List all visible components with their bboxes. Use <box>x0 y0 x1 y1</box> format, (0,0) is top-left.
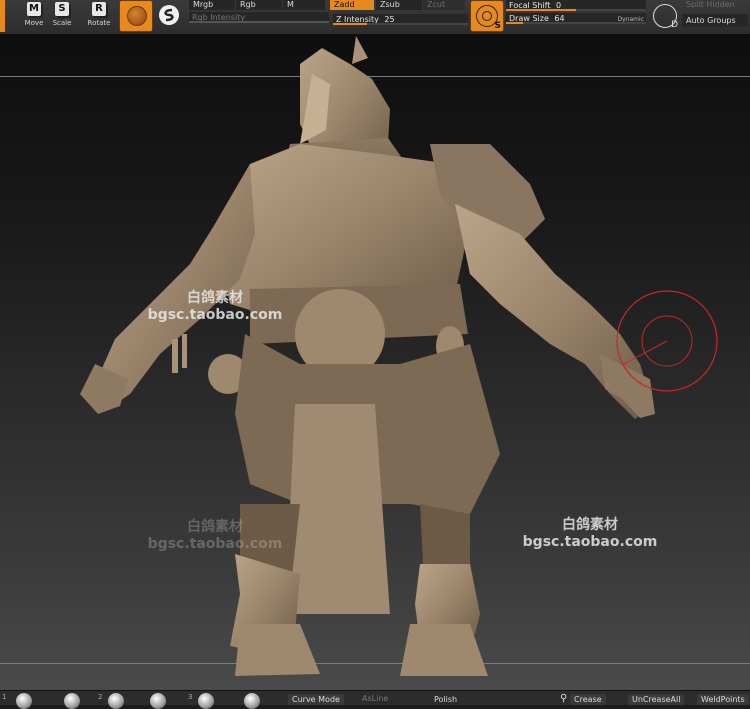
rotate-button[interactable]: R Rotate <box>82 1 116 31</box>
uncrease-all-button[interactable]: UnCreaseAll <box>628 694 685 705</box>
curve-mode-button[interactable]: Curve Mode <box>288 694 344 705</box>
scale-button[interactable]: S Scale <box>45 1 79 31</box>
m-button[interactable]: M <box>283 0 325 10</box>
dynamic-mode-button[interactable]: D <box>649 0 683 32</box>
rotate-icon: R <box>92 2 106 16</box>
left-foot <box>235 624 320 676</box>
material-sphere-icon <box>127 6 147 26</box>
brush-sphere-icon-4[interactable] <box>150 693 166 709</box>
draw-size-fill <box>506 22 523 24</box>
top-shelf: M Move S Scale R Rotate Mrgb Rgb M Rgb I… <box>0 0 750 35</box>
viewport-canvas[interactable]: 白鸽素材 bgsc.taobao.com 白鸽素材 bgsc.taobao.co… <box>0 34 750 690</box>
scale-label: Scale <box>52 19 72 27</box>
watermark-3-line2: bgsc.taobao.com <box>522 534 658 550</box>
brush-sphere-icon-2[interactable] <box>64 693 80 709</box>
mrgb-button[interactable]: Mrgb <box>189 0 235 10</box>
scale-icon: S <box>55 2 69 16</box>
brush-slot-num-3: 3 <box>188 693 193 701</box>
brush-sphere-icon-6[interactable] <box>244 693 260 709</box>
zcut-button[interactable]: Zcut <box>423 0 465 10</box>
polish-button[interactable]: Polish <box>430 694 461 705</box>
split-hidden-button[interactable]: Split Hidden <box>682 0 748 10</box>
watermark-2-line2: bgsc.taobao.com <box>147 536 283 552</box>
material-button[interactable] <box>119 0 153 32</box>
weld-points-button[interactable]: WeldPoints <box>697 694 749 705</box>
crease-icon: ⚲ <box>560 693 568 704</box>
rgb-intensity-slider[interactable]: Rgb Intensity <box>189 12 329 23</box>
auto-groups-button[interactable]: Auto Groups <box>682 14 748 27</box>
focal-shift-fill <box>506 9 576 11</box>
z-intensity-slider[interactable]: Z Intensity 25 <box>333 14 468 25</box>
center-cloth <box>285 404 390 614</box>
watermark-2-line1: 白鸽素材 <box>187 519 243 535</box>
brush-sphere-icon[interactable] <box>16 693 32 709</box>
watermark-1-line1: 白鸽素材 <box>187 290 243 306</box>
watermark-2: 白鸽素材 bgsc.taobao.com <box>130 519 300 553</box>
brush-slot-num-2: 2 <box>98 693 103 701</box>
crease-button[interactable]: Crease <box>570 694 606 705</box>
rgb-button[interactable]: Rgb <box>236 0 282 10</box>
stroke-button[interactable] <box>154 0 188 32</box>
brush-sphere-icon-3[interactable] <box>108 693 124 709</box>
d-key-label: D <box>671 20 678 30</box>
brush-sphere-icon-5[interactable] <box>198 693 214 709</box>
focal-shift-slider[interactable]: Focal Shift 0 <box>506 0 646 11</box>
as-line-button[interactable]: AsLine <box>362 694 388 704</box>
watermark-3-line1: 白鸽素材 <box>562 517 618 533</box>
edit-mode-edge[interactable] <box>0 0 5 32</box>
watermark-1-line2: bgsc.taobao.com <box>147 307 283 323</box>
rotate-label: Rotate <box>87 19 111 27</box>
sculpt-model[interactable] <box>0 34 750 690</box>
s-key-label: S <box>494 21 501 31</box>
brush-settings-button[interactable]: S <box>470 0 504 32</box>
bottom-shelf: 1 2 3 Curve Mode AsLine Polish ⚲ Crease … <box>0 690 750 709</box>
stroke-icon <box>159 5 179 25</box>
zsub-button[interactable]: Zsub <box>376 0 422 10</box>
watermark-1: 白鸽素材 bgsc.taobao.com <box>130 290 300 324</box>
z-intensity-fill <box>333 23 367 25</box>
zadd-button[interactable]: Zadd <box>330 0 374 10</box>
brush-slot-num-1: 1 <box>2 693 7 701</box>
draw-size-slider[interactable]: Draw Size 64 Dynamic <box>506 13 646 24</box>
move-icon: M <box>27 2 41 16</box>
watermark-3: 白鸽素材 bgsc.taobao.com <box>505 517 675 551</box>
